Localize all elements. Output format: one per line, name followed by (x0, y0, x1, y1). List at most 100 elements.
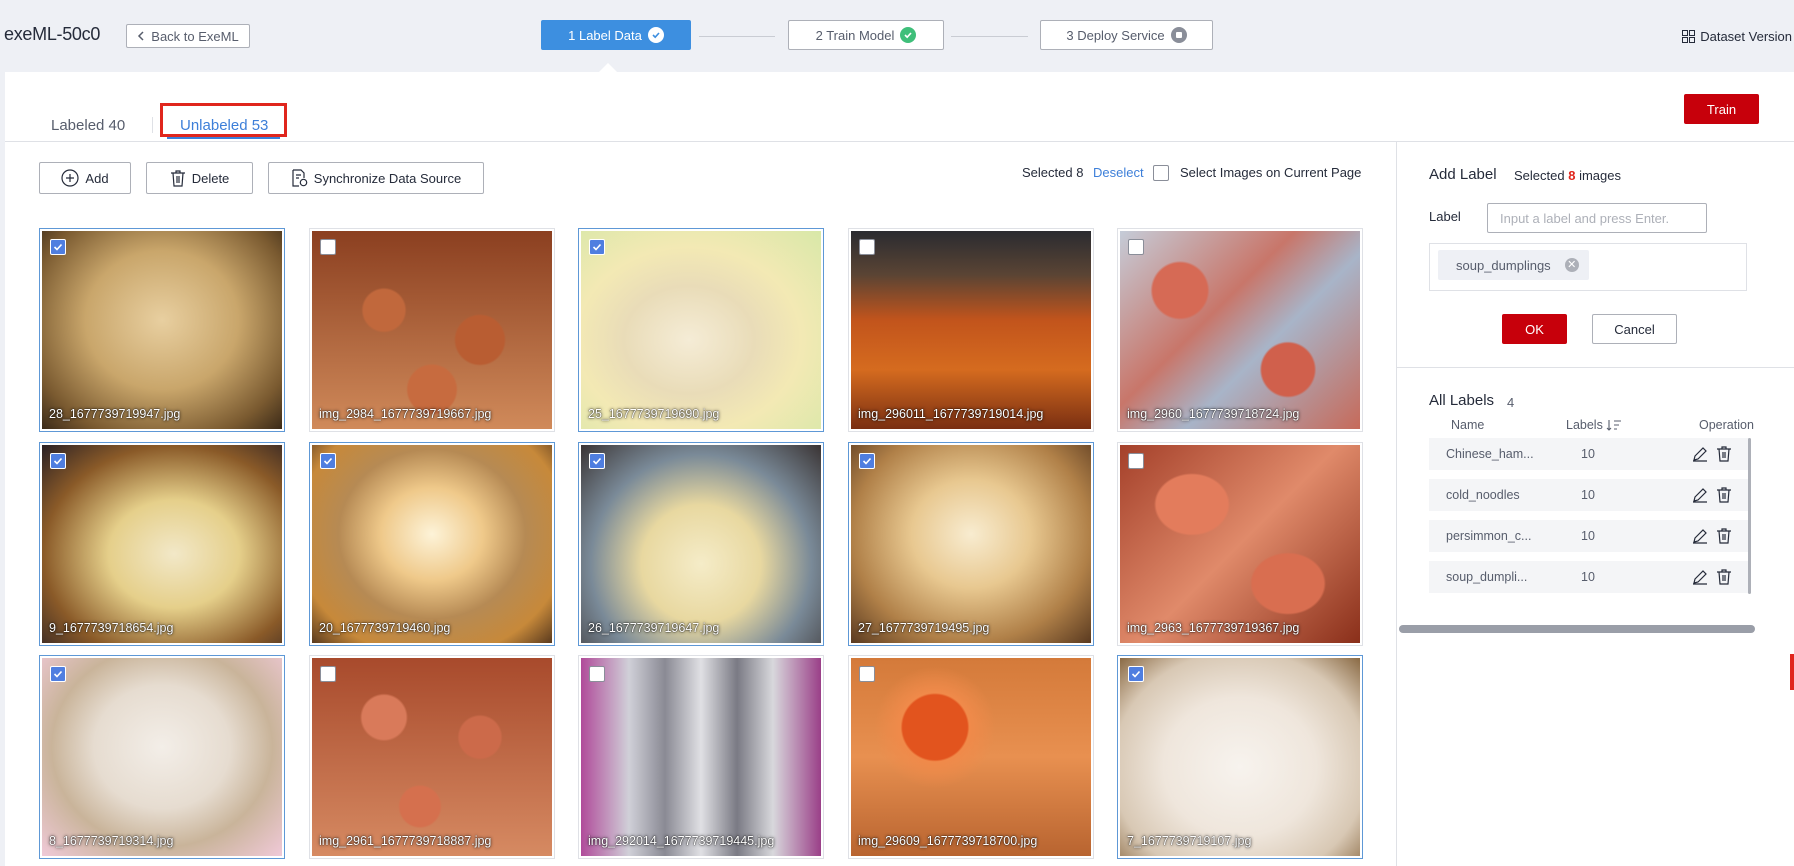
trash-icon[interactable] (1716, 487, 1732, 503)
image-checkbox[interactable] (320, 453, 336, 469)
image-card[interactable]: img_2960_1677739718724.jpg (1117, 228, 1363, 432)
image-thumbnail[interactable]: 20_1677739719460.jpg (312, 445, 552, 643)
plus-circle-icon (61, 169, 80, 187)
image-checkbox[interactable] (320, 666, 336, 682)
image-checkbox[interactable] (1128, 666, 1144, 682)
image-card[interactable]: img_2963_1677739719367.jpg (1117, 442, 1363, 646)
select-page-checkbox[interactable] (1153, 165, 1169, 181)
image-card[interactable]: 28_1677739719947.jpg (39, 228, 285, 432)
image-filename: img_2963_1677739719367.jpg (1127, 621, 1300, 635)
trash-icon[interactable] (1716, 446, 1732, 462)
image-card[interactable]: 8_1677739719314.jpg (39, 655, 285, 859)
train-button[interactable]: Train (1684, 94, 1759, 124)
delete-button[interactable]: Delete (146, 162, 253, 194)
image-checkbox[interactable] (589, 666, 605, 682)
step-pointer (599, 63, 617, 72)
image-card[interactable]: 9_1677739718654.jpg (39, 442, 285, 646)
image-checkbox[interactable] (589, 453, 605, 469)
image-card[interactable]: 26_1677739719647.jpg (578, 442, 824, 646)
label-input[interactable] (1487, 203, 1707, 233)
image-checkbox[interactable] (589, 239, 605, 255)
image-thumbnail[interactable]: 26_1677739719647.jpg (581, 445, 821, 643)
trash-icon (170, 170, 185, 187)
step-train-model[interactable]: 2 Train Model (788, 20, 944, 50)
image-thumbnail[interactable]: 27_1677739719495.jpg (851, 445, 1091, 643)
image-checkbox[interactable] (859, 453, 875, 469)
cancel-button[interactable]: Cancel (1592, 314, 1677, 344)
pencil-icon[interactable] (1692, 446, 1708, 462)
edge-marker (1790, 654, 1794, 690)
tab-highlight-box (160, 103, 287, 137)
image-thumbnail[interactable]: 25_1677739719690.jpg (581, 231, 821, 429)
image-card[interactable]: img_296011_1677739719014.jpg (848, 228, 1094, 432)
add-label: Add (85, 170, 109, 186)
sync-data-source-button[interactable]: Synchronize Data Source (268, 162, 484, 194)
add-button[interactable]: Add (39, 162, 131, 194)
image-thumbnail[interactable]: 9_1677739718654.jpg (42, 445, 282, 643)
image-filename: img_2984_1677739719667.jpg (319, 407, 492, 421)
image-card[interactable]: 25_1677739719690.jpg (578, 228, 824, 432)
trash-icon[interactable] (1716, 528, 1732, 544)
image-card[interactable]: 20_1677739719460.jpg (309, 442, 555, 646)
image-card[interactable]: 27_1677739719495.jpg (848, 442, 1094, 646)
image-filename: 28_1677739719947.jpg (49, 407, 181, 421)
tab-labeled[interactable]: Labeled 40 (51, 117, 125, 134)
close-circle-icon[interactable]: ✕ (1564, 258, 1579, 272)
sort-icon (1606, 420, 1621, 431)
image-thumbnail[interactable]: img_2960_1677739718724.jpg (1120, 231, 1360, 429)
label-tag-text: soup_dumplings (1456, 257, 1551, 273)
ok-button[interactable]: OK (1502, 314, 1567, 344)
label-name: Chinese_ham... (1446, 447, 1534, 461)
vertical-scrollbar[interactable] (1748, 438, 1751, 594)
image-filename: img_29609_1677739718700.jpg (858, 834, 1038, 848)
image-checkbox[interactable] (320, 239, 336, 255)
image-filename: 25_1677739719690.jpg (588, 407, 720, 421)
image-checkbox[interactable] (50, 666, 66, 682)
image-checkbox[interactable] (859, 239, 875, 255)
image-checkbox[interactable] (1128, 239, 1144, 255)
checkmark-icon (592, 457, 602, 465)
dataset-version-label: Dataset Version (1700, 29, 1792, 44)
image-checkbox[interactable] (1128, 453, 1144, 469)
step-deploy-service[interactable]: 3 Deploy Service (1040, 20, 1213, 50)
column-header-labels[interactable]: Labels (1566, 418, 1622, 432)
step-label-data[interactable]: 1 Label Data (541, 20, 691, 50)
image-thumbnail[interactable]: img_29609_1677739718700.jpg (851, 658, 1091, 856)
checkmark-icon (53, 243, 63, 251)
image-thumbnail[interactable]: 28_1677739719947.jpg (42, 231, 282, 429)
pencil-icon[interactable] (1692, 528, 1708, 544)
label-row: Chinese_ham... 10 (1429, 438, 1749, 470)
label-count: 10 (1581, 570, 1595, 584)
image-card[interactable]: 7_1677739719107.jpg (1117, 655, 1363, 859)
image-checkbox[interactable] (859, 666, 875, 682)
image-thumbnail[interactable]: img_2963_1677739719367.jpg (1120, 445, 1360, 643)
image-thumbnail[interactable]: 7_1677739719107.jpg (1120, 658, 1360, 856)
image-card[interactable]: img_29609_1677739718700.jpg (848, 655, 1094, 859)
image-filename: 8_1677739719314.jpg (49, 834, 174, 848)
checkmark-icon (862, 457, 872, 465)
image-checkbox[interactable] (50, 453, 66, 469)
step-label: 1 Label Data (568, 27, 642, 43)
trash-icon[interactable] (1716, 569, 1732, 585)
label-name: persimmon_c... (1446, 529, 1532, 543)
image-thumbnail[interactable]: img_292014_1677739719445.jpg (581, 658, 821, 856)
image-thumbnail[interactable]: img_296011_1677739719014.jpg (851, 231, 1091, 429)
image-checkbox[interactable] (50, 239, 66, 255)
column-header-name: Name (1451, 418, 1485, 432)
pencil-icon[interactable] (1692, 569, 1708, 585)
pencil-icon[interactable] (1692, 487, 1708, 503)
deselect-link[interactable]: Deselect (1093, 165, 1144, 180)
dataset-version-button[interactable]: Dataset Version (1682, 29, 1792, 44)
image-filename: img_292014_1677739719445.jpg (588, 834, 775, 848)
sync-label: Synchronize Data Source (313, 170, 462, 186)
image-thumbnail[interactable]: img_2961_1677739718887.jpg (312, 658, 552, 856)
label-row: soup_dumpli... 10 (1429, 561, 1749, 593)
horizontal-scrollbar[interactable] (1399, 625, 1755, 633)
check-circle-icon (900, 27, 917, 43)
image-card[interactable]: img_2984_1677739719667.jpg (309, 228, 555, 432)
image-thumbnail[interactable]: img_2984_1677739719667.jpg (312, 231, 552, 429)
back-button[interactable]: Back to ExeML (126, 24, 250, 48)
image-thumbnail[interactable]: 8_1677739719314.jpg (42, 658, 282, 856)
image-card[interactable]: img_292014_1677739719445.jpg (578, 655, 824, 859)
image-card[interactable]: img_2961_1677739718887.jpg (309, 655, 555, 859)
